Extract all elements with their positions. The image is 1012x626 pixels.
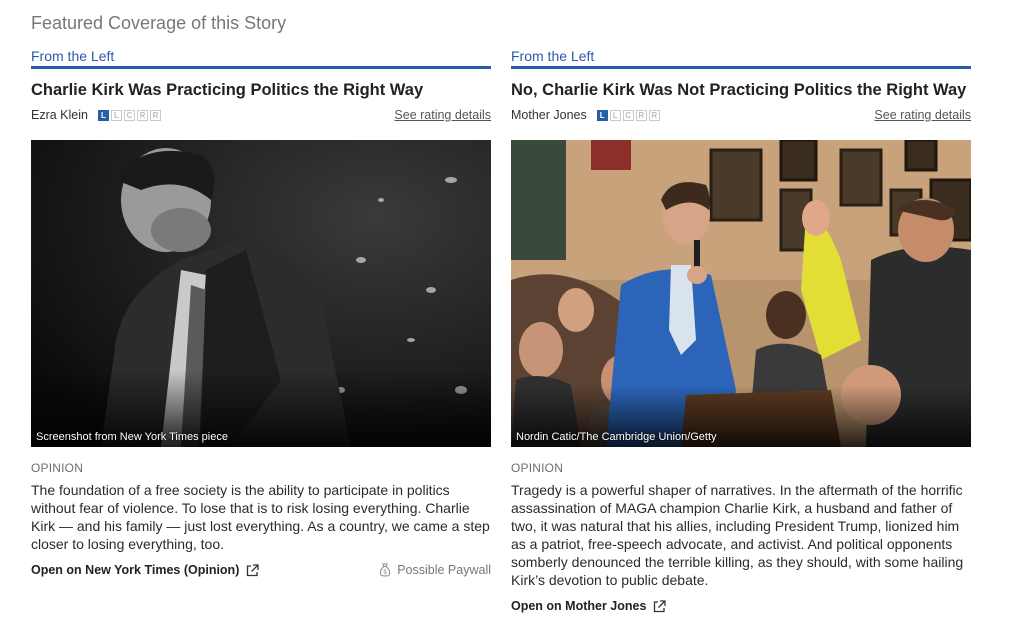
event-speaker-photo [511,140,971,447]
rating-letter: R [635,109,647,121]
article-summary: The foundation of a free society is the … [31,482,490,552]
meta-row: Mother Jones L L C R R See rating detail… [511,107,971,123]
image-caption: Nordin Catic/The Cambridge Union/Getty [516,431,717,443]
bw-portrait-photo [31,140,491,447]
rating-letter: R [648,109,660,121]
open-article-link[interactable]: Open on New York Times (Opinion) [31,563,260,577]
svg-text:$: $ [384,570,388,576]
paywall-indicator: $ Possible Paywall [378,563,491,577]
money-bag-icon: $ [380,563,391,577]
rating-letter: R [136,109,148,121]
source-name[interactable]: Mother Jones [511,108,587,122]
card-actions: Open on New York Times (Opinion) $ Possi… [31,563,491,577]
coverage-card-left: From the Left Charlie Kirk Was Practicin… [31,47,491,577]
rating-letter: L [596,109,608,121]
meta-row: Ezra Klein L L C R R See rating details [31,107,491,123]
article-image[interactable]: Nordin Catic/The Cambridge Union/Getty [511,140,971,447]
article-image[interactable]: Screenshot from New York Times piece [31,140,491,447]
bias-label: From the Left [31,47,491,69]
external-link-icon [247,563,260,576]
rating-letter: C [123,109,135,121]
image-caption: Screenshot from New York Times piece [36,431,228,443]
see-rating-details-link[interactable]: See rating details [394,108,491,122]
rating-letter: L [609,109,621,121]
rating-letter: L [97,109,109,121]
opinion-tag: OPINION [511,461,564,475]
open-article-label: Open on New York Times (Opinion) [31,563,240,577]
see-rating-details-link[interactable]: See rating details [874,108,971,122]
coverage-card-right: From the Left No, Charlie Kirk Was Not P… [511,47,971,613]
paywall-label: Possible Paywall [397,563,491,577]
open-article-label: Open on Mother Jones [511,599,647,613]
rating-letter: R [149,109,161,121]
card-actions: Open on Mother Jones [511,599,971,613]
bias-label: From the Left [511,47,971,69]
bias-rating-icon: L L C R R [97,109,161,121]
bias-rating-icon: L L C R R [596,109,660,121]
rating-letter: L [110,109,122,121]
rating-letter: C [622,109,634,121]
open-article-link[interactable]: Open on Mother Jones [511,599,667,613]
headline-link[interactable]: No, Charlie Kirk Was Not Practicing Poli… [511,80,971,100]
external-link-icon [654,599,667,612]
opinion-tag: OPINION [31,461,84,475]
source-name[interactable]: Ezra Klein [31,108,88,122]
headline-link[interactable]: Charlie Kirk Was Practicing Politics the… [31,80,491,100]
section-title: Featured Coverage of this Story [31,13,287,33]
article-summary: Tragedy is a powerful shaper of narrativ… [511,482,964,588]
